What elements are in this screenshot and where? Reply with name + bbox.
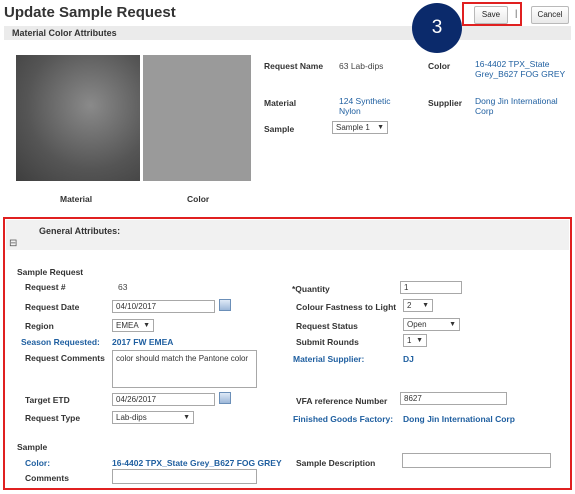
calendar-icon[interactable] [219, 392, 231, 404]
target-etd-label: Target ETD [25, 395, 70, 405]
page-title: Update Sample Request [4, 4, 176, 21]
request-type-select-value: Lab-dips [116, 413, 147, 422]
material-label: Material [264, 98, 297, 108]
submit-rounds-select[interactable]: 1 ▼ [403, 334, 427, 347]
chevron-down-icon: ▼ [143, 322, 150, 329]
request-number-label: Request # [25, 282, 66, 292]
request-number-value: 63 [118, 282, 128, 292]
sample-select[interactable]: Sample 1 ▼ [332, 121, 388, 134]
material-caption: Material [60, 194, 93, 204]
sample-comments-input[interactable] [112, 469, 257, 484]
request-date-input[interactable]: 04/10/2017 [112, 300, 215, 313]
color-caption: Color [187, 194, 210, 204]
colour-fastness-select[interactable]: 2 ▼ [403, 299, 433, 312]
chevron-down-icon: ▼ [422, 302, 429, 309]
save-button[interactable]: Save [474, 6, 508, 24]
material-color-section-header: Material Color Attributes [4, 26, 571, 40]
submit-rounds-label: Submit Rounds [296, 337, 359, 347]
season-requested-value[interactable]: 2017 FW EMEA [112, 337, 173, 347]
step-badge: 3 [412, 3, 462, 53]
request-name-value: 63 Lab-dips [339, 61, 384, 71]
finished-goods-factory-value[interactable]: Dong Jin International Corp [403, 414, 515, 424]
chevron-down-icon: ▼ [377, 124, 384, 131]
request-status-select[interactable]: Open ▼ [403, 318, 460, 331]
sample-color-value[interactable]: 16-4402 TPX_State Grey_B627 FOG GREY [112, 458, 282, 468]
colour-fastness-select-value: 2 [407, 301, 412, 310]
sample-description-label: Sample Description [296, 458, 376, 468]
sample-heading: Sample [17, 442, 48, 452]
material-supplier-value[interactable]: DJ [403, 354, 414, 364]
chevron-down-icon: ▼ [416, 337, 423, 344]
request-type-label: Request Type [25, 413, 81, 423]
sample-select-value: Sample 1 [336, 123, 370, 132]
request-name-label: Request Name [264, 61, 324, 71]
material-link[interactable]: 124 Synthetic Nylon [339, 96, 409, 116]
color-swatch [143, 55, 251, 181]
request-comments-textarea[interactable]: color should match the Pantone color [112, 350, 257, 388]
target-etd-input[interactable]: 04/26/2017 [112, 393, 215, 406]
color-link[interactable]: 16-4402 TPX_State Grey_B627 FOG GREY [475, 59, 570, 79]
season-requested-label: Season Requested: [21, 337, 100, 347]
sample-description-input[interactable] [402, 453, 551, 468]
region-select-value: EMEA [116, 321, 139, 330]
quantity-input[interactable]: 1 [400, 281, 462, 294]
sample-color-label: Color: [25, 458, 51, 468]
material-image [16, 55, 140, 181]
sample-request-heading: Sample Request [17, 267, 84, 277]
request-date-label: Request Date [25, 302, 80, 312]
submit-rounds-select-value: 1 [407, 336, 412, 345]
request-status-select-value: Open [407, 320, 427, 329]
request-comments-label: Request Comments [25, 353, 105, 363]
color-label: Color [428, 61, 451, 71]
collapse-icon[interactable]: ⊟ [9, 238, 17, 249]
cancel-button[interactable]: Cancel [531, 6, 569, 24]
vfa-reference-input[interactable]: 8627 [400, 392, 507, 405]
region-label: Region [25, 321, 54, 331]
toolbar-separator: | [515, 8, 518, 18]
sample-comments-label: Comments [25, 473, 69, 483]
quantity-label: *Quantity [292, 284, 330, 294]
material-supplier-label: Material Supplier: [293, 354, 365, 364]
supplier-label: Supplier [428, 98, 463, 108]
chevron-down-icon: ▼ [449, 321, 456, 328]
sample-label: Sample [264, 124, 295, 134]
region-select[interactable]: EMEA ▼ [112, 319, 154, 332]
vfa-reference-label: VFA reference Number [296, 396, 388, 406]
chevron-down-icon: ▼ [183, 414, 190, 421]
request-status-label: Request Status [296, 321, 358, 331]
calendar-icon[interactable] [219, 299, 231, 311]
finished-goods-factory-label: Finished Goods Factory: [293, 414, 394, 424]
request-type-select[interactable]: Lab-dips ▼ [112, 411, 194, 424]
general-attributes-title: General Attributes: [39, 226, 121, 236]
colour-fastness-label: Colour Fastness to Light [296, 302, 397, 312]
supplier-link[interactable]: Dong Jin International Corp [475, 96, 565, 116]
